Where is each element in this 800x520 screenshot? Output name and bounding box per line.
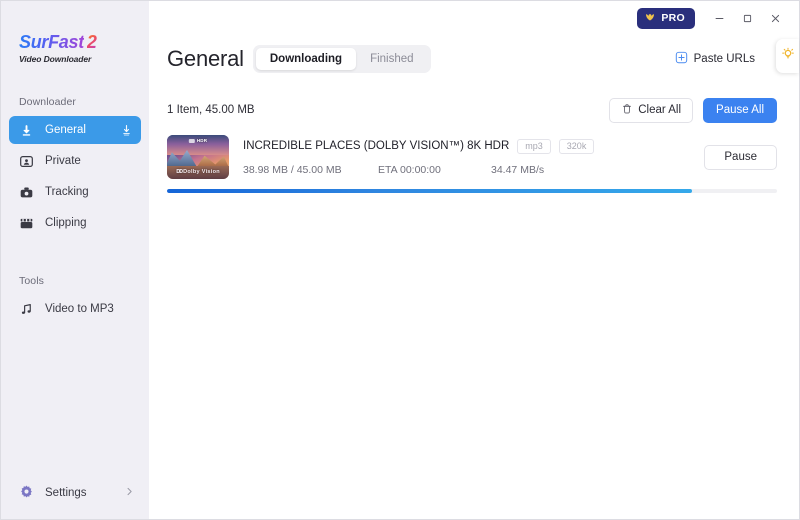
download-progress-bar[interactable]	[167, 189, 777, 193]
app-logo: SurFast 2 Video Downloader	[1, 1, 149, 64]
video-thumbnail[interactable]: HDR ᴅᴅDolby Vision	[167, 135, 229, 179]
pause-all-button[interactable]: Pause All	[703, 97, 777, 123]
hdr-square-icon	[188, 138, 195, 143]
download-item-info: INCREDIBLE PLACES (DOLBY VISION™) 8K HDR…	[243, 138, 692, 176]
tab-finished[interactable]: Finished	[356, 48, 427, 70]
sidebar: SurFast 2 Video Downloader Downloader Gen…	[1, 1, 149, 519]
sidebar-item-label: Video to MP3	[45, 303, 114, 315]
page-title: General	[167, 46, 244, 71]
format-badge: mp3	[517, 138, 551, 154]
hdr-label: HDR	[196, 138, 208, 143]
sidebar-item-video-to-mp3[interactable]: Video to MP3	[9, 295, 141, 323]
tab-downloading[interactable]: Downloading	[255, 48, 357, 70]
paste-urls-label: Paste URLs	[693, 53, 755, 65]
crown-icon	[644, 11, 656, 26]
sidebar-item-label: Tracking	[45, 186, 89, 198]
tracking-camera-icon	[19, 185, 34, 200]
download-size-progress: 38.98 MB / 45.00 MB	[243, 163, 342, 176]
trash-icon	[621, 103, 633, 118]
main-content: PRO General Downloading Finished Paste U…	[149, 1, 799, 519]
download-title: INCREDIBLE PLACES (DOLBY VISION™) 8K HDR	[243, 140, 510, 152]
download-tray-icon	[120, 124, 133, 137]
clear-all-label: Clear All	[638, 104, 682, 116]
sidebar-item-general[interactable]: General	[9, 116, 141, 144]
dolby-mark-icon: ᴅᴅ	[176, 168, 183, 175]
sidebar-item-tracking[interactable]: Tracking	[9, 178, 141, 206]
page-header: General Downloading Finished Paste URLs	[149, 37, 799, 81]
tips-lightbulb-button[interactable]	[776, 39, 799, 73]
gear-icon	[19, 484, 34, 502]
sidebar-item-clipping[interactable]: Clipping	[9, 209, 141, 237]
maximize-button[interactable]	[733, 4, 761, 32]
close-button[interactable]	[761, 4, 789, 32]
private-person-icon	[19, 154, 34, 169]
sidebar-item-label: Clipping	[45, 217, 87, 229]
sidebar-item-label: Private	[45, 155, 81, 167]
logo-version: 2	[86, 32, 97, 52]
clapperboard-icon	[19, 216, 34, 231]
download-progress-fill	[167, 189, 692, 193]
list-toolbar: 1 Item, 45.00 MB Clear All Pause All	[149, 95, 799, 125]
download-item-row: HDR ᴅᴅDolby Vision INCREDIBLE PLACES (DO…	[167, 135, 777, 179]
pro-upgrade-button[interactable]: PRO	[637, 7, 695, 29]
sidebar-item-private[interactable]: Private	[9, 147, 141, 175]
sidebar-item-label: General	[45, 124, 86, 136]
nav-section-downloader-label: Downloader	[19, 96, 77, 108]
settings-label: Settings	[45, 487, 87, 499]
download-stats: 38.98 MB / 45.00 MB ETA 00:00:00 34.47 M…	[243, 164, 692, 176]
download-title-line: INCREDIBLE PLACES (DOLBY VISION™) 8K HDR…	[243, 138, 692, 154]
logo-subtitle: Video Downloader	[19, 54, 92, 64]
thumbnail-hdr-badge: HDR	[188, 138, 208, 143]
music-note-icon	[19, 302, 34, 317]
pause-item-label: Pause	[724, 151, 757, 163]
items-summary: 1 Item, 45.00 MB	[167, 104, 255, 116]
window-controls	[705, 4, 789, 32]
download-eta: ETA 00:00:00	[378, 163, 441, 176]
pause-all-label: Pause All	[716, 104, 764, 116]
dolby-vision-text: Dolby Vision	[183, 169, 220, 175]
lightbulb-icon	[781, 47, 795, 66]
bitrate-badge: 320k	[558, 138, 595, 154]
clear-all-button[interactable]: Clear All	[609, 97, 694, 123]
sidebar-item-settings[interactable]: Settings	[1, 479, 149, 507]
paste-urls-button[interactable]: Paste URLs	[675, 51, 755, 67]
thumbnail-dolby-label: ᴅᴅDolby Vision	[176, 168, 220, 175]
logo-brand-name: SurFast	[19, 32, 84, 52]
nav-section-tools-label: Tools	[19, 275, 45, 287]
minimize-button[interactable]	[705, 4, 733, 32]
chevron-right-icon	[124, 486, 135, 500]
window-titlebar: PRO	[149, 1, 799, 35]
app-window: SurFast 2 Video Downloader Downloader Gen…	[0, 0, 800, 520]
view-tabs: Downloading Finished	[252, 45, 431, 73]
pause-item-button[interactable]: Pause	[704, 144, 777, 170]
pro-label: PRO	[661, 12, 685, 24]
plus-square-icon	[675, 51, 688, 67]
download-speed: 34.47 MB/s	[491, 163, 545, 176]
download-arrow-icon	[19, 123, 34, 138]
